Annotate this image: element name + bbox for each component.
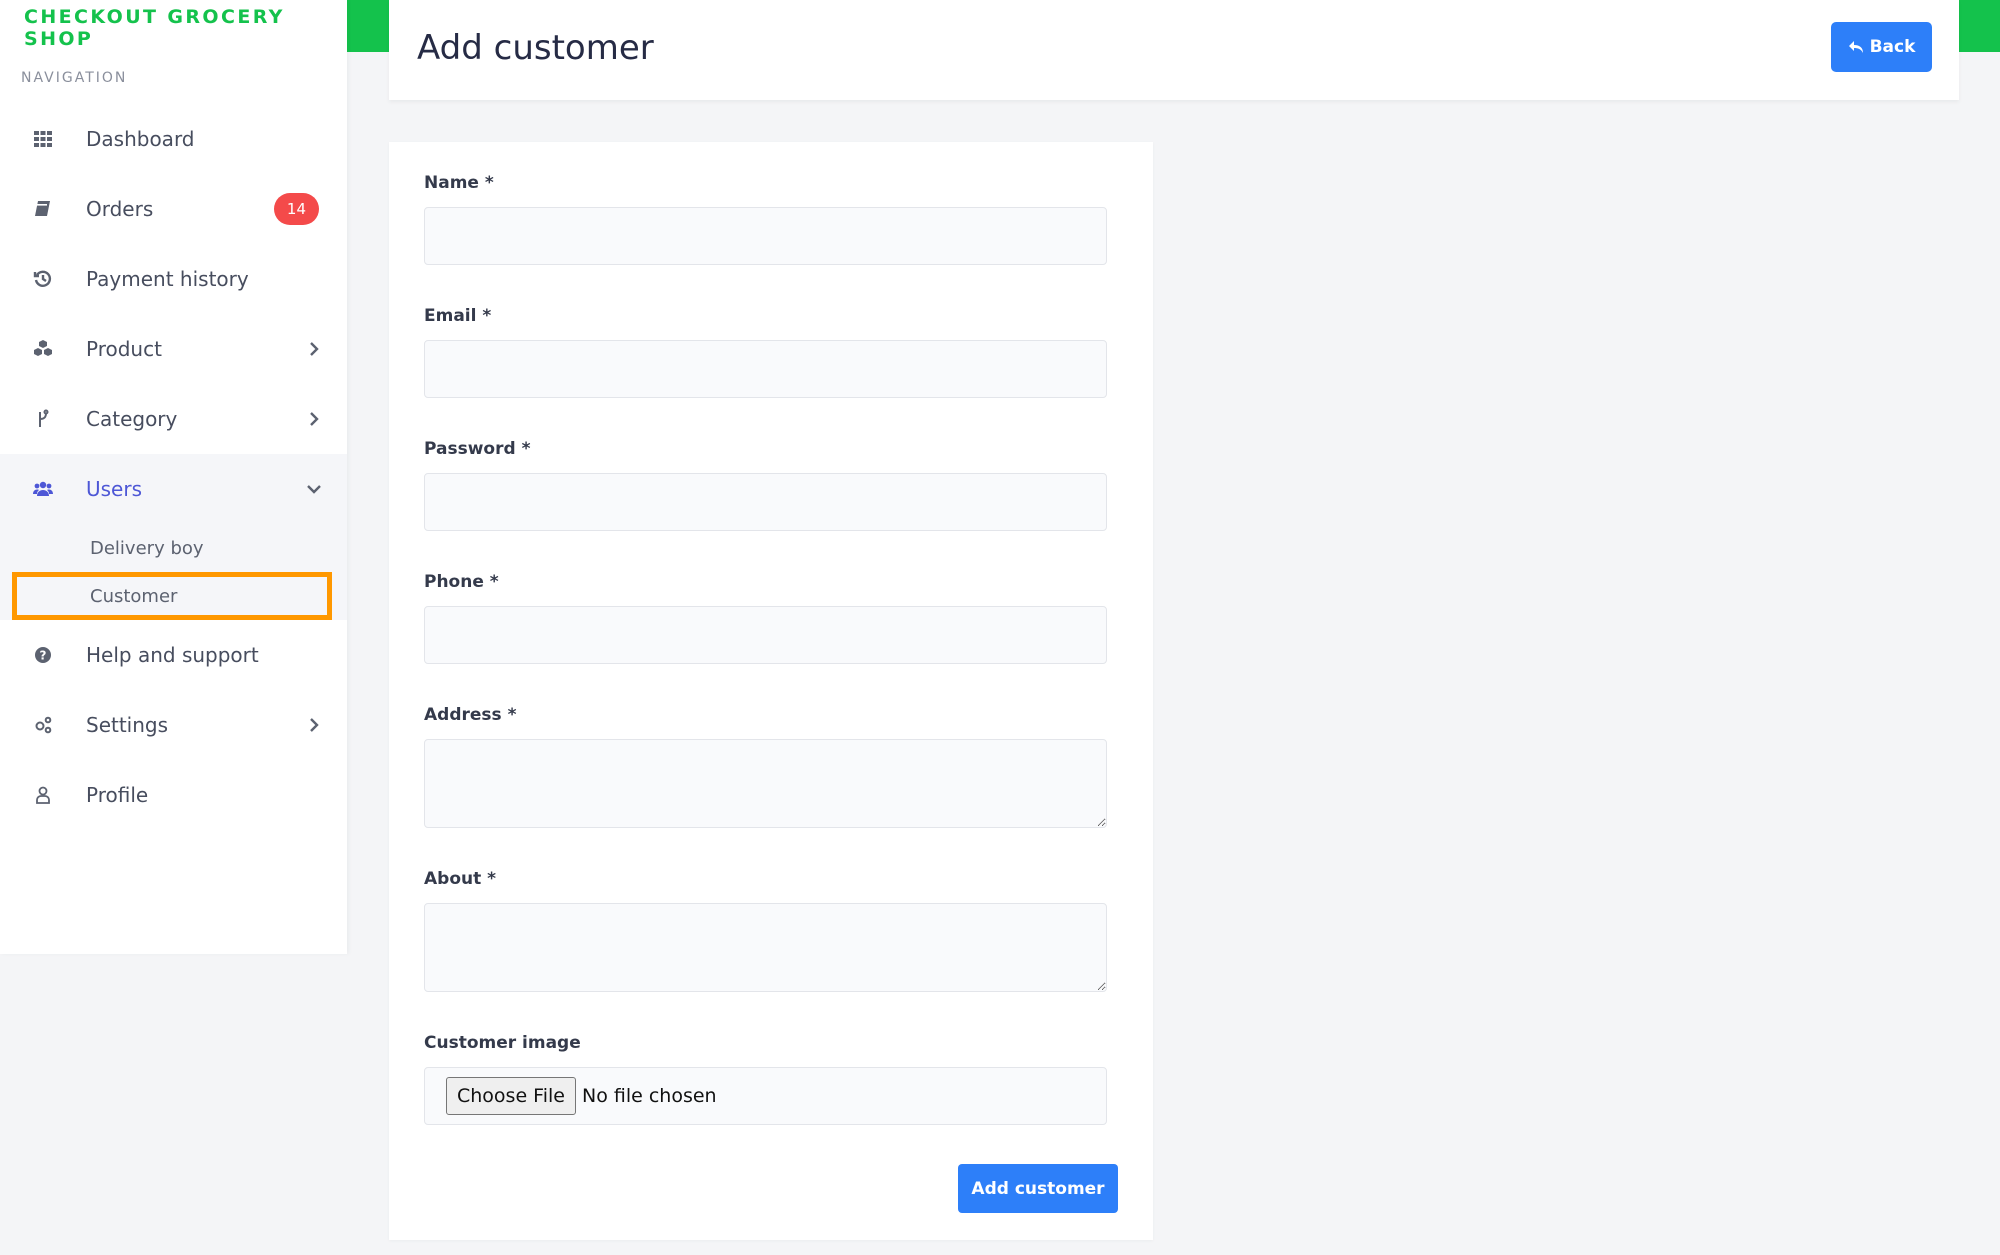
add-customer-button[interactable]: Add customer <box>958 1164 1118 1213</box>
svg-text:?: ? <box>40 649 47 663</box>
phone-field-group: Phone * <box>424 572 1107 664</box>
question-circle-icon: ? <box>30 642 56 668</box>
chevron-down-icon <box>307 485 321 494</box>
customer-image-field-group: Customer image Choose File No file chose… <box>424 1033 1107 1125</box>
password-input[interactable] <box>424 473 1107 531</box>
brand-title[interactable]: CHECKOUT GROCERY SHOP <box>24 6 347 50</box>
branch-icon <box>30 406 56 432</box>
sidebar-item-label: Dashboard <box>86 127 195 151</box>
sidebar-item-label: Payment history <box>86 267 249 291</box>
sidebar-item-orders[interactable]: Orders 14 <box>0 174 347 244</box>
sidebar-item-help-and-support[interactable]: ? Help and support <box>0 620 347 690</box>
back-button[interactable]: Back <box>1831 22 1932 72</box>
page-header: Add customer Back <box>389 0 1959 100</box>
chevron-right-icon <box>310 412 319 426</box>
sidebar-item-label: Orders <box>86 197 154 221</box>
about-label: About * <box>424 869 497 889</box>
email-input[interactable] <box>424 340 1107 398</box>
user-outline-icon <box>30 782 56 808</box>
sidebar-item-label: Category <box>86 407 178 431</box>
sidebar-subitem-delivery-boy[interactable]: Delivery boy <box>0 524 347 572</box>
file-status-text: No file chosen <box>581 1085 717 1107</box>
gears-icon <box>30 712 56 738</box>
history-icon <box>30 266 56 292</box>
password-label: Password * <box>424 439 531 459</box>
sidebar-item-users[interactable]: Users <box>0 454 347 524</box>
sidebar-item-settings[interactable]: Settings <box>0 690 347 760</box>
sidebar-item-dashboard[interactable]: Dashboard <box>0 104 347 174</box>
address-textarea[interactable] <box>424 739 1107 828</box>
chevron-right-icon <box>310 342 319 356</box>
password-field-group: Password * <box>424 439 1107 531</box>
sidebar-item-label: Users <box>86 477 143 501</box>
address-field-group: Address * <box>424 705 1107 828</box>
add-customer-form: Name * Email * Password * Phone * Addres… <box>389 142 1153 1240</box>
about-field-group: About * <box>424 869 1107 992</box>
sidebar-subitem-customer[interactable]: Customer <box>12 572 332 620</box>
choose-file-button[interactable]: Choose File <box>446 1077 576 1115</box>
customer-image-label: Customer image <box>424 1033 581 1053</box>
chevron-right-icon <box>310 718 319 732</box>
name-label: Name * <box>424 173 494 193</box>
about-textarea[interactable] <box>424 903 1107 992</box>
sidebar-item-label: Product <box>86 337 162 361</box>
grid-icon <box>30 126 56 152</box>
file-input[interactable]: Choose File No file chosen <box>424 1067 1107 1125</box>
reply-icon <box>1848 41 1863 53</box>
sidebar-item-label: Settings <box>86 713 169 737</box>
address-label: Address * <box>424 705 517 725</box>
book-icon <box>30 196 56 222</box>
name-input[interactable] <box>424 207 1107 265</box>
sidebar-nav: Dashboard Orders 14 Payment history Prod… <box>0 104 347 830</box>
sidebar-item-category[interactable]: Category <box>0 384 347 454</box>
page-title: Add customer <box>417 28 654 68</box>
phone-input[interactable] <box>424 606 1107 664</box>
sidebar-item-profile[interactable]: Profile <box>0 760 347 830</box>
sidebar-item-payment-history[interactable]: Payment history <box>0 244 347 314</box>
email-label: Email * <box>424 306 492 326</box>
back-button-label: Back <box>1869 37 1916 57</box>
sidebar-item-label: Profile <box>86 783 149 807</box>
cubes-icon <box>30 336 56 362</box>
sidebar: CHECKOUT GROCERY SHOP NAVIGATION Dashboa… <box>0 0 347 954</box>
users-icon <box>30 476 56 502</box>
sidebar-item-label: Help and support <box>86 643 259 667</box>
phone-label: Phone * <box>424 572 499 592</box>
nav-caption: NAVIGATION <box>21 70 128 86</box>
sidebar-item-product[interactable]: Product <box>0 314 347 384</box>
users-group: Users Delivery boy Customer <box>0 454 347 620</box>
orders-count-badge: 14 <box>273 193 319 225</box>
email-field-group: Email * <box>424 306 1107 398</box>
name-field-group: Name * <box>424 173 1107 265</box>
